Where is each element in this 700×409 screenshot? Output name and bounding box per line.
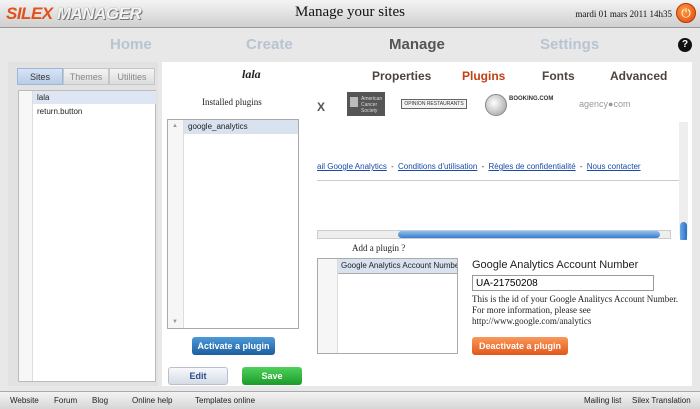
tab-fonts[interactable]: Fonts bbox=[542, 69, 575, 83]
plugin-field-item[interactable]: Google Analytics Account Number bbox=[338, 259, 457, 273]
fields-divider bbox=[338, 273, 457, 274]
save-button[interactable]: Save bbox=[242, 367, 302, 385]
nav-tab-settings[interactable]: Settings bbox=[540, 36, 599, 53]
plugin-web-preview[interactable]: X American Cancer Society OPINION RESTAU… bbox=[317, 92, 689, 240]
footer-link-templates-online[interactable]: Templates online bbox=[195, 396, 255, 405]
left-subtabs: Sites Themes Utilities bbox=[17, 68, 155, 85]
footer-link-blog[interactable]: Blog bbox=[92, 396, 108, 405]
web-horizontal-scrollbar[interactable] bbox=[317, 230, 671, 239]
power-icon[interactable]: ⏻ bbox=[676, 3, 696, 23]
footer-link-mailing-list[interactable]: Mailing list bbox=[584, 396, 621, 405]
nav-tab-home[interactable]: Home bbox=[110, 36, 152, 53]
web-link[interactable]: ail Google Analytics bbox=[317, 162, 387, 171]
web-divider bbox=[317, 180, 687, 181]
plugin-fields-list[interactable]: Google Analytics Account Number bbox=[317, 258, 458, 354]
installed-plugin-item[interactable]: google_analytics bbox=[184, 120, 298, 134]
tab-properties[interactable]: Properties bbox=[372, 69, 431, 83]
nav-tab-create[interactable]: Create bbox=[246, 36, 293, 53]
partner-logo-booking: BOOKING.COM bbox=[485, 92, 553, 120]
subtab-sites[interactable]: Sites bbox=[17, 68, 63, 85]
site-list-item[interactable]: lala bbox=[33, 91, 156, 104]
web-link-separator: - bbox=[391, 162, 394, 171]
partner-logo-opinion: OPINION RESTAURANTS bbox=[401, 99, 467, 109]
tab-advanced[interactable]: Advanced bbox=[610, 69, 667, 83]
activate-plugin-button[interactable]: Activate a plugin bbox=[192, 337, 275, 355]
site-list[interactable]: lala return.button bbox=[18, 90, 156, 382]
site-list-item[interactable]: return.button bbox=[33, 105, 156, 118]
site-name: lala bbox=[242, 67, 261, 81]
left-panel: Sites Themes Utilities lala return.butto… bbox=[8, 62, 158, 386]
web-link[interactable]: Règles de confidentialité bbox=[488, 162, 575, 171]
footer-bar: Website Forum Blog Online help Templates… bbox=[0, 391, 700, 409]
scroll-up-icon[interactable]: ▲ bbox=[172, 123, 178, 129]
web-link[interactable]: Conditions d'utilisation bbox=[398, 162, 477, 171]
web-footer-links: ail Google Analytics - Conditions d'util… bbox=[317, 162, 689, 171]
partner-logo-x: X bbox=[317, 100, 326, 114]
add-plugin-label: Add a plugin ? bbox=[352, 243, 406, 253]
main-panel: lala Properties Plugins Fonts Advanced I… bbox=[162, 62, 692, 386]
web-vertical-scrollbar[interactable] bbox=[679, 122, 688, 240]
plugin-list-gutter: ▲ ▼ bbox=[168, 120, 184, 328]
scroll-down-icon[interactable]: ▼ bbox=[172, 319, 178, 325]
site-list-gutter bbox=[19, 91, 33, 381]
footer-link-online-help[interactable]: Online help bbox=[132, 396, 172, 405]
title-bar: SILEX MANAGER Manage your sites mardi 01… bbox=[0, 0, 700, 28]
installed-plugins-list[interactable]: ▲ ▼ google_analytics bbox=[167, 119, 299, 329]
subtab-themes[interactable]: Themes bbox=[63, 68, 109, 85]
edit-button[interactable]: Edit bbox=[168, 367, 228, 385]
web-link[interactable]: Nous contacter bbox=[587, 162, 641, 171]
tab-plugins[interactable]: Plugins bbox=[462, 69, 505, 83]
main-nav: Home Create Manage Settings ? bbox=[0, 29, 700, 61]
account-number-title: Google Analytics Account Number bbox=[472, 259, 639, 271]
web-vertical-scroll-thumb[interactable] bbox=[680, 222, 687, 240]
web-horizontal-scroll-thumb[interactable] bbox=[398, 231, 660, 238]
footer-link-silex-translation[interactable]: Silex Translation bbox=[632, 396, 691, 405]
footer-link-website[interactable]: Website bbox=[10, 396, 39, 405]
partner-logo-cancer-society: American Cancer Society bbox=[347, 92, 385, 116]
nav-tab-manage[interactable]: Manage bbox=[389, 36, 445, 53]
booking-globe-icon bbox=[485, 94, 507, 116]
account-number-input[interactable] bbox=[472, 275, 654, 291]
web-link-separator: - bbox=[481, 162, 485, 171]
help-icon[interactable]: ? bbox=[678, 38, 692, 52]
deactivate-plugin-button[interactable]: Deactivate a plugin bbox=[472, 337, 568, 355]
partner-logo-agency: agency●com bbox=[579, 99, 631, 109]
footer-link-forum[interactable]: Forum bbox=[54, 396, 77, 405]
fields-list-gutter bbox=[318, 259, 338, 353]
installed-plugins-label: Installed plugins bbox=[202, 97, 262, 107]
booking-logo-text: BOOKING.COM bbox=[509, 96, 554, 102]
datetime: mardi 01 mars 2011 14h35 bbox=[575, 9, 672, 19]
account-number-help: This is the id of your Google Analitycs … bbox=[472, 294, 678, 326]
web-link-separator: - bbox=[579, 162, 583, 171]
subtab-utilities[interactable]: Utilities bbox=[109, 68, 155, 85]
